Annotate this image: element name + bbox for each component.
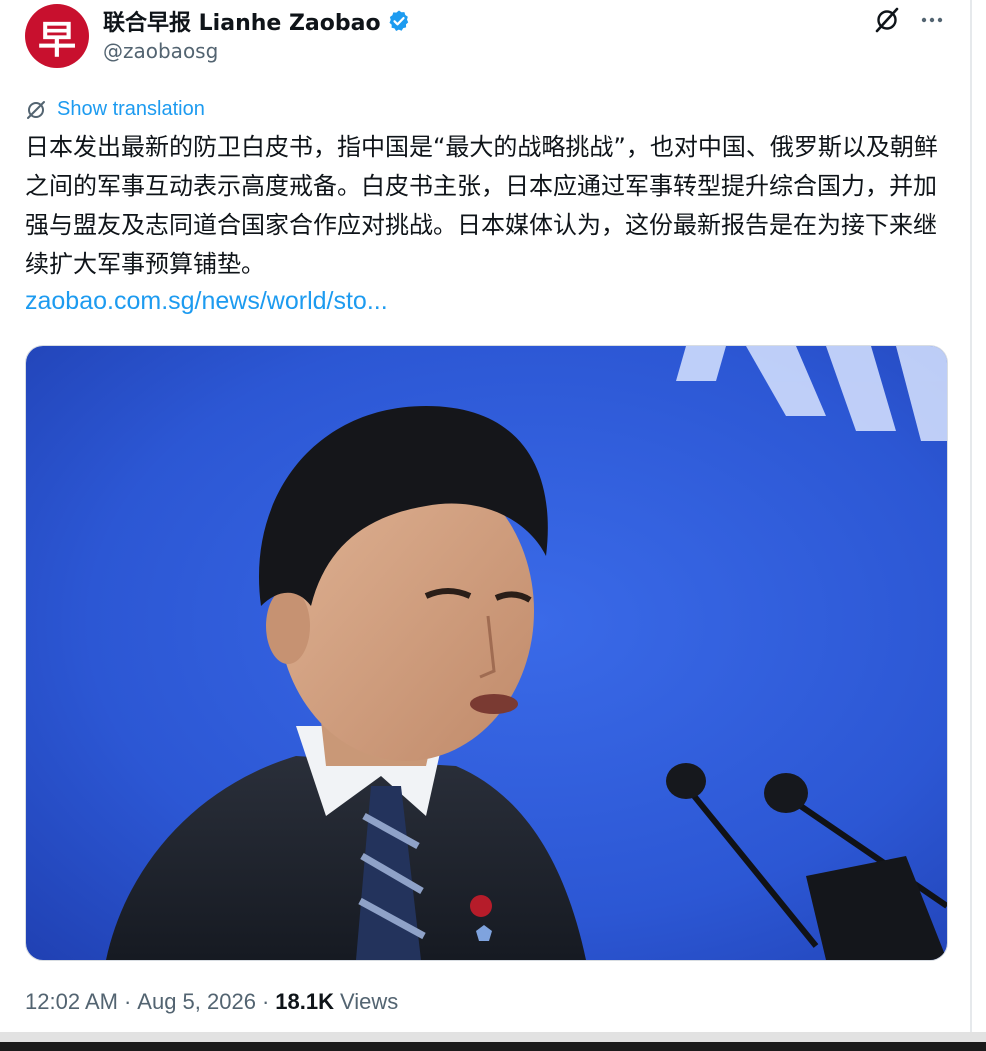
- meta-separator: ·: [123, 989, 132, 1014]
- avatar-glyph: 早: [37, 17, 76, 62]
- tweet-meta: 12:02 AM · Aug 5, 2026 · 18.1K Views: [25, 989, 398, 1015]
- avatar[interactable]: 早: [25, 4, 89, 68]
- views-label: Views: [340, 989, 399, 1014]
- account-name-row: 联合早报 Lianhe Zaobao: [103, 5, 411, 37]
- article-link[interactable]: zaobao.com.sg/news/world/sto...: [25, 287, 388, 316]
- show-translation-label: Show translation: [57, 98, 205, 120]
- tweet-date[interactable]: Aug 5, 2026: [137, 989, 256, 1015]
- translate-icon: [27, 100, 45, 119]
- tweet-text: 日本发出最新的防卫白皮书，指中国是“最大的战略挑战”，也对中国、俄罗斯以及朝鲜之…: [25, 133, 938, 278]
- bottom-bar: [0, 1042, 986, 1051]
- tweet-time[interactable]: 12:02 AM: [25, 989, 118, 1015]
- divider: [970, 0, 972, 1040]
- more-options-icon[interactable]: [918, 6, 946, 34]
- views-count: 18.1K: [275, 989, 334, 1014]
- divider: [0, 1032, 986, 1042]
- display-name[interactable]: 联合早报 Lianhe Zaobao: [103, 5, 381, 37]
- tweet-photo[interactable]: [25, 345, 948, 961]
- meta-separator: ·: [261, 989, 270, 1014]
- speaker-photo: [26, 346, 947, 960]
- show-translation-button[interactable]: Show translation: [25, 98, 205, 121]
- tweet-page: 早 联合早报 Lianhe Zaobao @zaobaosg Show tran…: [0, 0, 986, 1051]
- verified-badge-icon: [389, 10, 408, 31]
- account-handle[interactable]: @zaobaosg: [103, 39, 218, 63]
- grok-icon[interactable]: [873, 6, 901, 34]
